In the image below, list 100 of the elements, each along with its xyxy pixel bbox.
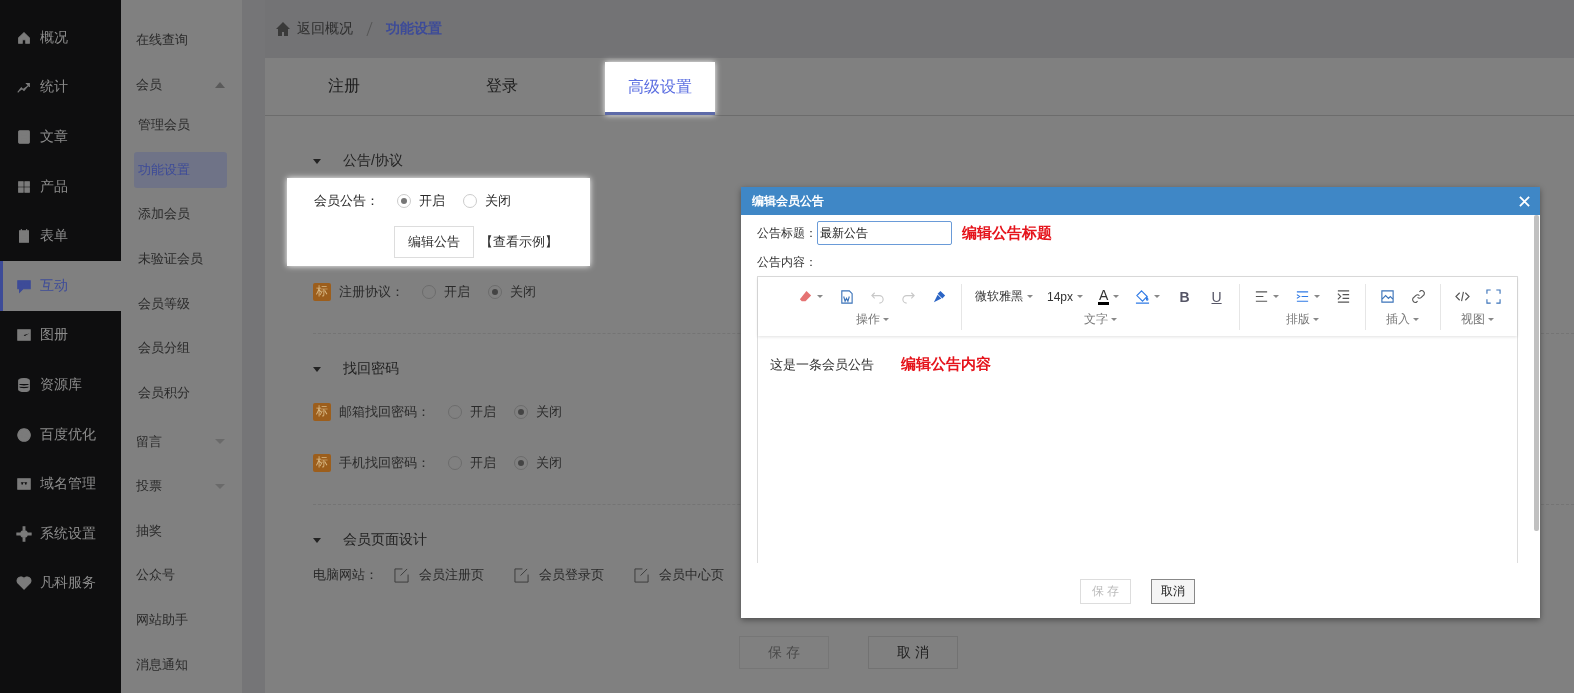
field-label: 手机找回密码： <box>339 453 430 472</box>
option-label: 开启 <box>470 453 496 472</box>
option-label: 开启 <box>470 402 496 421</box>
dialog-button[interactable]: 取消 <box>1151 579 1196 604</box>
section-title: 找回密码 <box>343 360 399 378</box>
footer-button[interactable]: 取 消 <box>868 636 958 669</box>
nav-item[interactable]: 资源库 <box>0 360 121 410</box>
toggle-icon[interactable] <box>313 158 321 164</box>
subnav-item[interactable]: 投票 <box>136 463 227 509</box>
editor-text: 这是一条会员公告 <box>770 355 874 374</box>
page-link[interactable]: 会员登录页 <box>514 566 604 584</box>
tab[interactable]: 登录 <box>423 58 581 115</box>
radio-option[interactable]: 开启 <box>448 453 496 472</box>
nav-item[interactable]: 系统设置 <box>0 508 121 559</box>
nav-item[interactable]: 域名管理 <box>0 459 121 509</box>
dropdown-select[interactable]: 微软雅黑 <box>968 284 1040 309</box>
fullscreen-icon <box>1485 289 1501 304</box>
subnav-item[interactable]: 管理会员 <box>134 107 227 144</box>
close-icon[interactable] <box>1519 195 1530 207</box>
option-label: 关闭 <box>485 192 511 210</box>
home-icon <box>275 21 291 37</box>
bold-button[interactable]: B <box>1168 284 1201 309</box>
subnav-item[interactable]: 会员分组 <box>134 330 227 367</box>
nav-item[interactable]: 文章 <box>0 112 121 162</box>
title-input[interactable]: 最新公告 <box>817 221 952 245</box>
chat-icon <box>16 277 32 294</box>
tag: 标 <box>313 453 331 472</box>
option-label: 开启 <box>444 282 470 301</box>
indent-icon <box>1335 289 1351 304</box>
radio-option[interactable]: 开启 <box>422 282 470 301</box>
subnav-item[interactable]: 未验证会员 <box>134 240 227 277</box>
toolbar-group-label[interactable]: 操作 <box>852 309 893 330</box>
subnav-item[interactable]: 在线查询 <box>136 18 227 63</box>
edit-icon <box>514 567 529 583</box>
code-icon <box>1454 289 1470 304</box>
field-label: 电脑网站： <box>313 566 378 584</box>
radio-option[interactable]: 关闭 <box>514 402 562 421</box>
subnav-item[interactable]: 抽奖 <box>136 508 227 554</box>
image-icon <box>1379 289 1395 304</box>
grid-icon <box>16 178 32 195</box>
toggle-icon[interactable] <box>313 537 321 543</box>
nav-item[interactable]: 统计 <box>0 62 121 113</box>
radio-option[interactable]: 关闭 <box>463 192 511 210</box>
toolbar-group-label[interactable]: 视图 <box>1457 309 1499 330</box>
toolbar-group-label[interactable]: 文字 <box>1079 309 1121 330</box>
edit-button[interactable]: 编辑公告 <box>394 226 474 258</box>
field-label: 注册协议： <box>339 282 404 301</box>
radio-option[interactable]: 开启 <box>397 192 445 210</box>
option-label: 开启 <box>419 192 445 210</box>
subnav-item[interactable]: 留言 <box>136 419 227 464</box>
annotation: 编辑公告标题 <box>962 223 1052 243</box>
field-label: 会员公告： <box>314 192 379 210</box>
nav-item[interactable]: 凡科服务 <box>0 558 121 609</box>
subnav-item[interactable]: 会员 <box>136 62 227 108</box>
tab[interactable]: 高级设置 <box>605 62 715 115</box>
radio-option[interactable]: 关闭 <box>488 282 536 301</box>
home-icon <box>16 29 32 46</box>
dialog-title: 编辑会员公告 <box>752 192 824 210</box>
toggle-icon[interactable] <box>313 366 321 372</box>
example-link[interactable]: 【查看示例】 <box>480 233 558 251</box>
dropdown-select[interactable]: 14px <box>1040 284 1091 309</box>
clipboard-icon <box>16 228 32 245</box>
field-label: 公告内容： <box>757 254 818 271</box>
radio-option[interactable]: 关闭 <box>514 453 562 472</box>
heart-icon <box>16 575 32 592</box>
tag: 标 <box>313 282 331 301</box>
back-link[interactable]: 返回概况 <box>297 20 353 38</box>
field-label: 邮箱找回密码： <box>339 402 430 421</box>
option-label: 关闭 <box>536 402 562 421</box>
subnav-item[interactable]: 会员等级 <box>134 285 227 322</box>
nav-item[interactable]: 表单 <box>0 211 121 261</box>
tab[interactable]: 注册 <box>265 58 423 115</box>
radio-option[interactable]: 开启 <box>448 402 496 421</box>
option-label: 关闭 <box>536 453 562 472</box>
nav-item[interactable]: 图册 <box>0 310 121 361</box>
database-icon <box>16 376 32 393</box>
toolbar-group-label[interactable]: 插入 <box>1382 309 1424 330</box>
edit-icon <box>394 567 409 583</box>
paint-bucket-icon <box>1135 289 1151 304</box>
font-color-button[interactable]: A <box>1090 284 1128 309</box>
field-label: 公告标题： <box>757 224 817 242</box>
subnav-item[interactable]: 网站助手 <box>136 597 227 643</box>
page-link[interactable]: 会员注册页 <box>394 566 484 584</box>
subnav-item[interactable]: 公众号 <box>136 553 227 598</box>
section-title: 会员页面设计 <box>343 531 427 549</box>
tag: 标 <box>313 402 331 421</box>
list-indent-icon <box>1294 289 1310 304</box>
align-icon <box>1253 289 1269 304</box>
underline-button[interactable]: U <box>1200 284 1233 309</box>
eraser-icon <box>798 289 813 304</box>
toolbar-group-label[interactable]: 排版 <box>1281 309 1323 330</box>
subnav-item[interactable]: 会员积分 <box>134 374 227 411</box>
nav-item[interactable]: 产品 <box>0 161 121 212</box>
page-link[interactable]: 会员中心页 <box>634 566 724 584</box>
subnav-item[interactable]: 消息通知 <box>136 642 227 687</box>
annotation: 编辑公告内容 <box>901 355 991 374</box>
subnav-item[interactable]: 添加会员 <box>134 196 227 233</box>
section-title: 公告/协议 <box>343 152 403 170</box>
nav-item[interactable]: 百度优化 <box>0 409 121 460</box>
nav-item[interactable]: 概况 <box>0 13 121 63</box>
